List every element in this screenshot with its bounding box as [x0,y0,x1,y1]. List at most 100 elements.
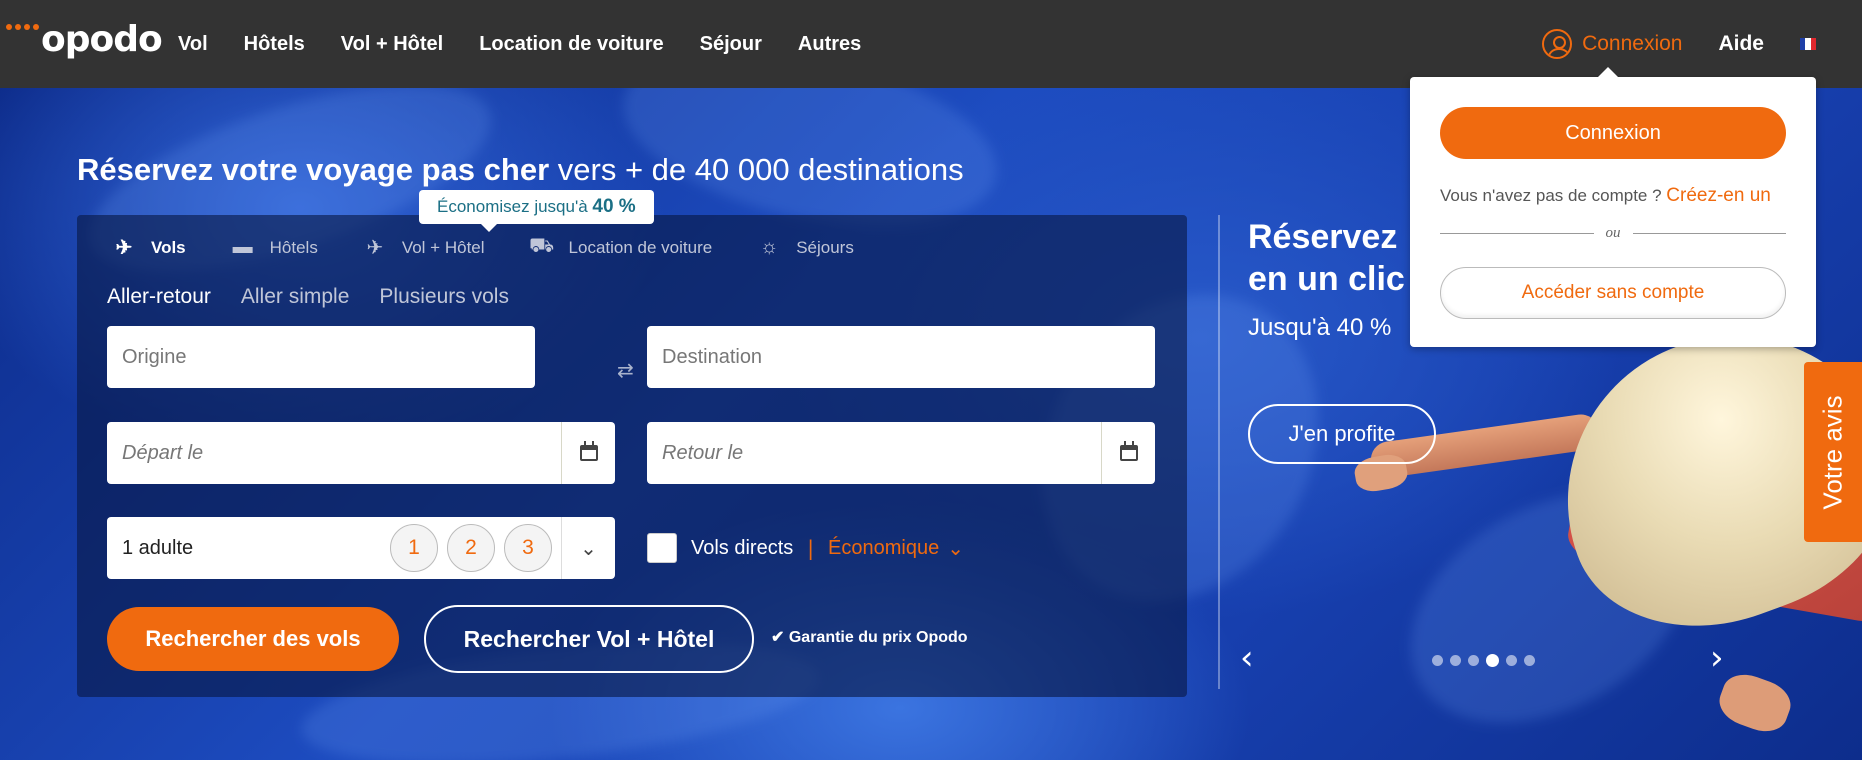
search-panel: ✈ Vols ▬ Hôtels ✈ Vol + Hôtel ⛟ Location… [77,215,1187,697]
carousel-dot[interactable] [1432,655,1443,666]
price-guarantee: ✔ Garantie du prix Opodo [771,627,968,647]
pax-option-1[interactable]: 1 [390,524,438,572]
tab-label: Hôtels [269,237,318,257]
trip-type-one-way[interactable]: Aller simple [241,285,350,309]
top-right-actions: Connexion Aide [1542,0,1816,88]
guest-access-button[interactable]: Accéder sans compte [1440,267,1786,319]
origin-input[interactable] [107,326,535,388]
nav-item-hotels[interactable]: Hôtels [244,33,305,56]
trip-type-round-trip[interactable]: Aller-retour [107,285,211,309]
divider-line [1632,233,1786,234]
promo-cta-button[interactable]: J'en profite [1248,404,1436,464]
plane-hotel-icon: ✈ [366,237,384,259]
headline-bold: Réservez votre voyage pas cher [77,152,550,187]
tab-label: Location de voiture [568,237,713,257]
sun-icon: ☼ [760,236,779,258]
opodo-logo[interactable]: opodo [6,18,163,62]
tab-vols[interactable]: ✈ Vols [107,235,186,260]
tab-sejours[interactable]: ☼ Séjours [752,236,854,259]
carousel-dot[interactable] [1450,655,1461,666]
or-label: ou [1605,225,1621,241]
return-calendar-button[interactable] [1101,422,1155,484]
main-nav: Vol Hôtels Vol + Hôtel Location de voitu… [178,0,861,88]
top-navigation-bar: opodo Vol Hôtels Vol + Hôtel Location de… [0,0,1862,88]
tab-location-voiture[interactable]: ⛟ Location de voiture [525,235,713,260]
no-account-text: Vous n'avez pas de compte ? Créez-en un [1440,185,1771,207]
passengers-field: 1 adulte 1 2 3 ⌄ [107,517,615,579]
user-icon [1542,29,1573,59]
tab-hotels[interactable]: ▬ Hôtels [226,236,318,259]
pax-option-2[interactable]: 2 [447,524,495,572]
nav-item-sejour[interactable]: Séjour [700,33,762,56]
nav-item-vol-hotel[interactable]: Vol + Hôtel [341,33,443,56]
create-account-link[interactable]: Créez-en un [1666,185,1771,206]
flag-stripe-red [1810,38,1816,50]
passengers-label: 1 adulte [122,536,194,559]
login-link-label: Connexion [1582,32,1683,55]
trip-type-selector: Aller-retour Aller simple Plusieurs vols [107,285,509,309]
or-divider: ou [1440,225,1786,242]
depart-calendar-button[interactable] [561,422,615,484]
origin-field [107,326,535,388]
tooltip-value: 40 % [592,196,636,217]
no-account-label: Vous n'avez pas de compte ? [1440,186,1667,205]
feedback-tab[interactable]: Votre avis [1804,362,1862,542]
search-package-button[interactable]: Rechercher Vol + Hôtel [424,605,754,673]
calendar-icon [1119,441,1138,461]
depart-date-input[interactable] [107,422,561,484]
carousel-dots [1432,654,1535,667]
chevron-down-icon: ⌄ [580,536,597,560]
photo-hand [1713,667,1797,739]
nav-item-vol[interactable]: Vol [178,33,208,56]
carousel-dot[interactable] [1506,655,1517,666]
headline-rest: vers + de 40 000 destinations [549,152,964,187]
promo-title: Réservez en un clic [1248,216,1405,300]
carousel-dot[interactable] [1468,655,1479,666]
return-date-field [647,422,1155,484]
depart-date-field [107,422,615,484]
login-button[interactable]: Connexion [1440,107,1786,159]
destination-input[interactable] [647,326,1155,388]
logo-text: opodo [41,19,163,60]
promo-title-line2: en un clic [1248,260,1405,298]
french-flag-icon[interactable] [1800,38,1816,50]
passengers-dropdown[interactable]: ⌄ [561,517,615,579]
search-flights-button[interactable]: Rechercher des vols [107,607,399,671]
help-link[interactable]: Aide [1718,32,1764,56]
car-icon: ⛟ [528,235,555,257]
calendar-icon [579,441,598,461]
savings-tooltip: Économisez jusqu'à 40 % [419,190,654,232]
nav-item-autres[interactable]: Autres [798,33,861,56]
carousel-dot[interactable] [1524,655,1535,666]
return-date-input[interactable] [647,422,1101,484]
cabin-separator: | [807,536,815,560]
direct-flights-label: Vols directs [691,536,794,559]
carousel-next-icon[interactable]: › [1710,638,1724,678]
chevron-down-icon: ⌄ [947,537,964,560]
pax-option-3[interactable]: 3 [504,524,552,572]
login-link[interactable]: Connexion [1542,29,1682,59]
tab-label: Vols [151,237,186,257]
check-icon: ✔ [771,629,789,646]
product-tabs: ✈ Vols ▬ Hôtels ✈ Vol + Hôtel ⛟ Location… [107,235,854,260]
tab-vol-hotel[interactable]: ✈ Vol + Hôtel [358,235,485,260]
direct-flights-checkbox[interactable] [647,533,677,563]
cabin-class-label: Économique [828,536,940,559]
tab-label: Séjours [796,237,854,257]
cabin-class-select[interactable]: Économique ⌄ [828,536,964,561]
carousel-dot[interactable] [1486,654,1499,667]
carousel-prev-icon[interactable]: ‹ [1240,638,1254,678]
nav-item-location-voiture[interactable]: Location de voiture [479,33,663,56]
plane-icon: ✈ [115,237,133,259]
guarantee-label: Garantie du prix Opodo [788,629,968,646]
tooltip-text: Économisez jusqu'à [437,197,593,216]
swap-icon[interactable]: ⇄ [617,358,634,382]
promo-title-line1: Réservez [1248,218,1398,256]
logo-dots-icon [6,24,39,30]
login-dropdown: Connexion Vous n'avez pas de compte ? Cr… [1410,67,1816,347]
direct-flights-row: Vols directs | Économique ⌄ [647,520,964,576]
trip-type-multi-city[interactable]: Plusieurs vols [379,285,509,309]
destination-field [647,326,1155,388]
tab-label: Vol + Hôtel [401,237,485,257]
page-headline: Réservez votre voyage pas cher vers + de… [77,152,964,188]
